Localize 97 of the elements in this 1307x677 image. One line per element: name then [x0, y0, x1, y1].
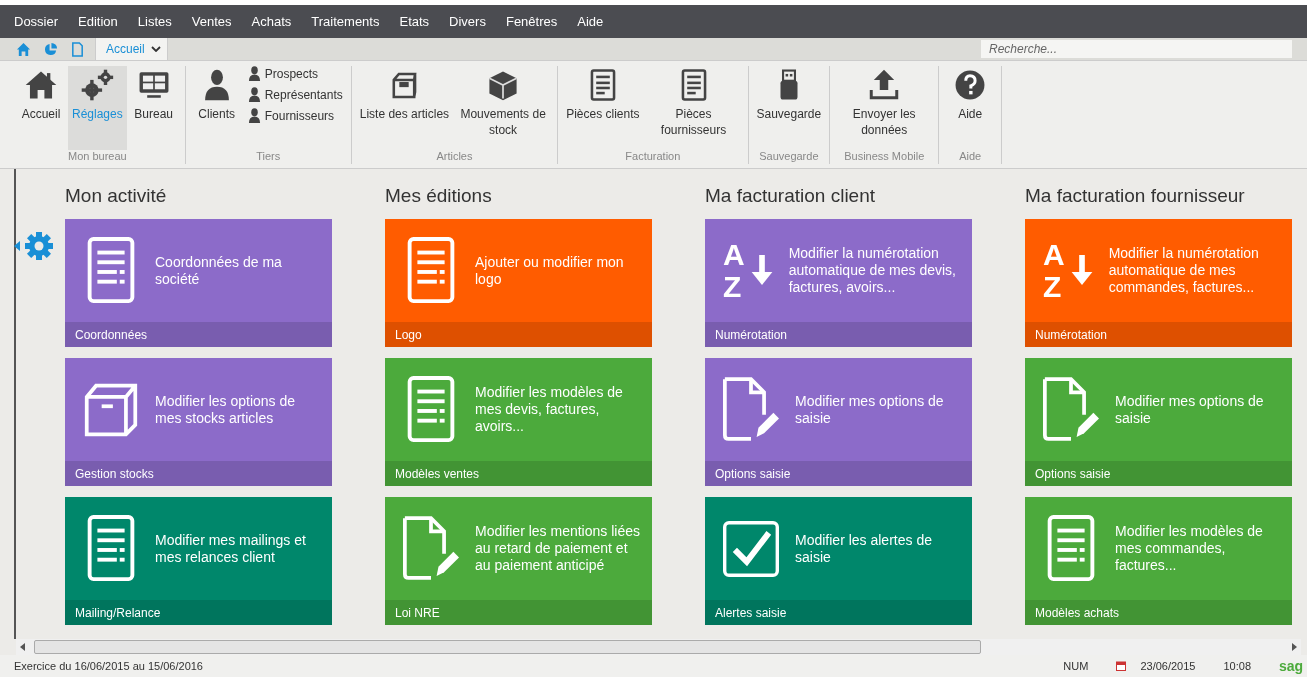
settings-tile[interactable]: Ajouter ou modifier mon logo Logo	[385, 219, 652, 347]
status-mode: NUM	[1063, 660, 1089, 672]
settings-tile[interactable]: Modifier mes mailings et mes relances client Mailing/Relance	[65, 497, 332, 625]
down-arrow-icon	[1070, 254, 1093, 287]
ribbon-button[interactable]: Clients	[189, 66, 244, 150]
ribbon-button[interactable]: Liste des articles	[355, 66, 454, 150]
down-arrow-icon	[750, 254, 773, 287]
person-icon	[247, 87, 261, 102]
menu-item[interactable]: Aide	[577, 14, 604, 29]
group-label: Mon bureau	[68, 150, 127, 164]
status-time: 10:08	[1223, 660, 1251, 672]
ribbon-button[interactable]: Accueil	[14, 66, 68, 150]
ribbon-button[interactable]: Envoyer les données	[834, 66, 935, 150]
settings-tile[interactable]: Modifier les modèles de mes devis, factures, avoirs... Modèles ventes	[385, 358, 652, 486]
sort-letter: A	[723, 238, 745, 271]
ribbon-button[interactable]: Pièces fournisseurs	[643, 66, 744, 150]
settings-tile[interactable]: Modifier mes options de saisie Options saisie	[705, 358, 972, 486]
ribbon-button[interactable]: Bureau	[126, 66, 181, 150]
tile-label: Gestion stocks	[75, 466, 154, 481]
ribbon-button[interactable]: Fournisseurs	[247, 108, 343, 123]
ribbon-button[interactable]: Prospects	[247, 66, 343, 81]
sort-letter: Z	[1043, 270, 1063, 303]
gear-icon[interactable]	[14, 231, 56, 261]
menu-item[interactable]: Edition	[78, 14, 118, 29]
group-label: Sauvegarde	[759, 150, 819, 164]
tile-label: Options saisie	[715, 466, 791, 481]
calendar-icon	[1116, 661, 1127, 671]
menu-item[interactable]: Fenêtres	[505, 14, 558, 29]
sort-letter: A	[1043, 238, 1065, 271]
tile-label: Numérotation	[715, 327, 788, 342]
tile-label: Coordonnées	[75, 327, 148, 342]
menu-item[interactable]: Listes	[137, 14, 172, 29]
status-text: Exercice du 16/06/2015 au 15/06/2016	[14, 660, 203, 672]
horizontal-scrollbar[interactable]	[16, 639, 1301, 655]
document-pen-icon	[723, 375, 779, 444]
group-label: Aide	[959, 150, 982, 164]
tile-description: Modifier la numérotation automatique de mes commandes, factures...	[1108, 245, 1260, 296]
tile-description: Modifier les modèles de mes devis, factures, avoirs...	[475, 384, 624, 435]
tile-description: Modifier mes options de saisie	[1115, 392, 1265, 427]
settings-tile[interactable]: Modifier les options de mes stocks articles Gestion stocks	[65, 358, 332, 486]
settings-tile[interactable]: A Z Modifier la numérotation automatique de mes devis, factures, avoirs... Numérotation	[705, 219, 972, 347]
ribbon-button[interactable]: Représentants	[247, 87, 343, 102]
gears-icon	[80, 68, 115, 102]
tile-description: Modifier les mentions liées au retard de paiement et au paiement anticipé	[475, 523, 640, 574]
menu-item[interactable]: Ventes	[191, 14, 232, 29]
group-label: Facturation	[625, 150, 681, 164]
menu-item[interactable]: Etats	[399, 14, 430, 29]
tile-label: Options saisie	[1035, 466, 1111, 481]
section-title: Mon activité	[65, 185, 168, 207]
tile-description: Modifier les modèles de mes commandes, factures...	[1115, 523, 1264, 574]
person-icon	[247, 66, 261, 81]
tile-label: Mailing/Relance	[75, 605, 161, 620]
menu-item[interactable]: Divers	[449, 14, 486, 29]
settings-tile[interactable]: Coordonnées de ma société Coordonnées	[65, 219, 332, 347]
tile-description: Modifier mes mailings et mes relances client	[155, 531, 307, 566]
tile-description: Modifier mes options de saisie	[795, 392, 945, 427]
settings-tile[interactable]: Modifier mes options de saisie Options saisie	[1025, 358, 1292, 486]
section-title: Mes éditions	[385, 185, 493, 207]
status-date: 23/06/2015	[1140, 660, 1196, 672]
tile-label: Alertes saisie	[715, 605, 787, 620]
group-label: Business Mobile	[844, 150, 925, 164]
group-label: Articles	[436, 150, 473, 164]
ribbon-button[interactable]: Aide	[943, 66, 998, 150]
sort-letter: Z	[723, 270, 743, 303]
brand-logo: sag	[1279, 658, 1305, 674]
menu-item[interactable]: Dossier	[14, 14, 59, 29]
tile-label: Logo	[395, 327, 422, 342]
section-title: Ma facturation fournisseur	[1025, 185, 1246, 207]
search-field[interactable]: Recherche...	[981, 40, 1292, 58]
ribbon-button[interactable]: Sauvegarde	[752, 66, 826, 150]
tile-description: Modifier la numérotation automatique de mes devis, factures, avoirs...	[788, 245, 957, 296]
settings-tile[interactable]: Modifier les modèles de mes commandes, factures... Modèles achats	[1025, 497, 1292, 625]
home-icon[interactable]	[16, 41, 31, 57]
tile-label: Numérotation	[1035, 327, 1108, 342]
scroll-left-icon[interactable]	[20, 643, 26, 651]
tile-label: Modèles achats	[1035, 605, 1120, 620]
tile-description: Modifier les options de mes stocks articles	[155, 392, 297, 427]
tile-label: Modèles ventes	[395, 466, 480, 481]
section-title: Ma facturation client	[705, 185, 877, 207]
tile-description: Coordonnées de ma société	[155, 253, 283, 288]
pie-chart-icon[interactable]	[43, 41, 58, 57]
scroll-right-icon[interactable]	[1291, 643, 1297, 651]
group-label: Tiers	[256, 150, 281, 164]
ribbon-button[interactable]: Pièces clients	[562, 66, 644, 150]
settings-tile[interactable]: A Z Modifier la numérotation automatique de mes commandes, factures... Numérotation	[1025, 219, 1292, 347]
document-pen-icon	[403, 514, 459, 583]
settings-tile[interactable]: Modifier les alertes de saisie Alertes saisie	[705, 497, 972, 625]
document-pen-icon	[1043, 375, 1099, 444]
tile-description: Ajouter ou modifier mon logo	[475, 253, 625, 288]
tile-label: Loi NRE	[395, 605, 440, 620]
menu-item[interactable]: Traitements	[311, 14, 380, 29]
ribbon-button[interactable]: Mouvements de stock	[453, 66, 554, 150]
caret-icon[interactable]	[150, 46, 161, 52]
person-icon	[247, 108, 261, 123]
settings-tile[interactable]: Modifier les mentions liées au retard de paiement et au paiement anticipé Loi NRE	[385, 497, 652, 625]
menu-item[interactable]: Achats	[251, 14, 292, 29]
tile-description: Modifier les alertes de saisie	[795, 531, 933, 566]
